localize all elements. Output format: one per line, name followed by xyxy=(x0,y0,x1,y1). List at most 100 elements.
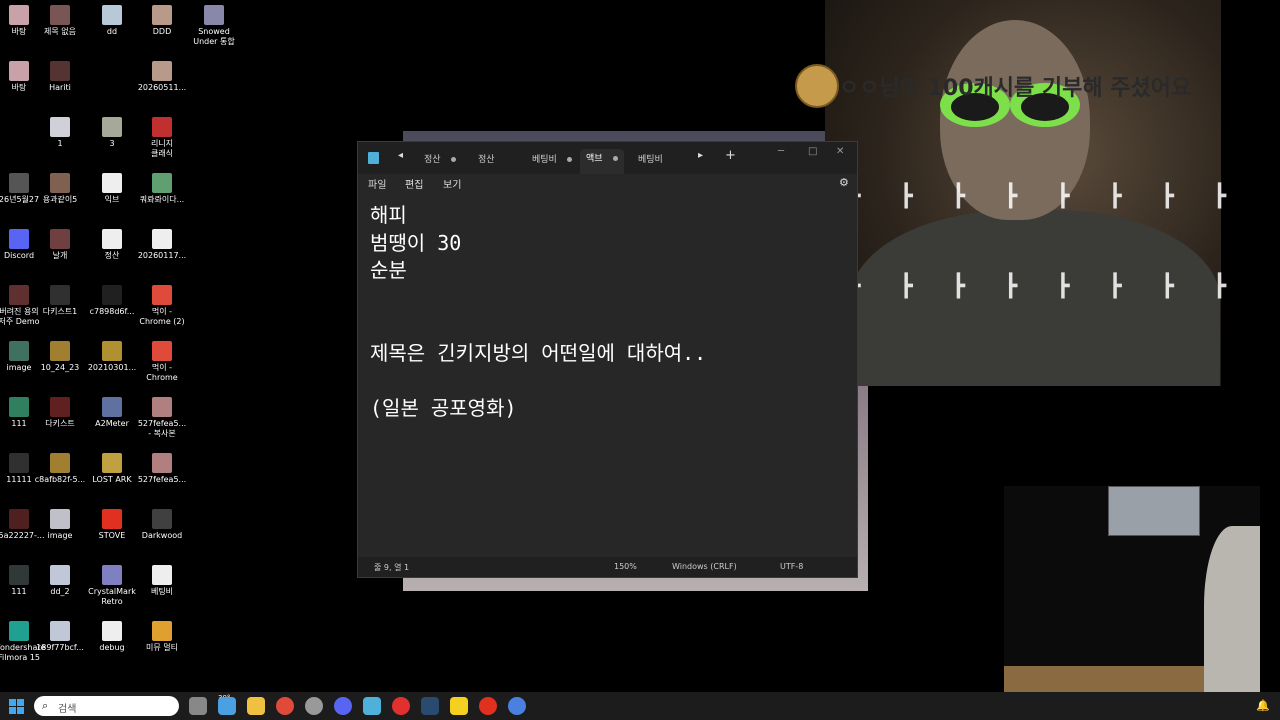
desktop-icon-image xyxy=(152,173,172,193)
tab-scroll-left-icon[interactable]: ◂ xyxy=(398,150,403,161)
desktop-icon[interactable]: 먹이 - Chrome xyxy=(133,341,191,383)
desktop-icon[interactable]: image xyxy=(31,509,89,541)
desktop-icon[interactable]: 다키스트1 xyxy=(31,285,89,317)
desktop-icon-image xyxy=(102,621,122,641)
desktop-icon-label: Darkwood xyxy=(141,531,183,540)
app-blue-icon[interactable] xyxy=(508,697,526,715)
desktop-icon-label: dd_2 xyxy=(50,587,70,596)
discord-icon[interactable] xyxy=(334,697,352,715)
minimize-icon[interactable]: ─ xyxy=(778,146,784,157)
line-ending[interactable]: Windows (CRLF) xyxy=(672,562,737,571)
desktop-icon-image xyxy=(9,453,29,473)
desktop-icon[interactable]: 제목 없음 xyxy=(31,5,89,37)
app-circle-icon[interactable] xyxy=(305,697,323,715)
new-tab-button[interactable]: + xyxy=(725,148,736,163)
desktop-icon[interactable]: 쿼롸롸이다... xyxy=(133,173,191,205)
close-icon[interactable]: ✕ xyxy=(836,146,844,157)
tab-label: 베팅비 xyxy=(638,155,663,165)
menu-file[interactable]: 파일 xyxy=(368,176,386,191)
kakaotalk-icon[interactable] xyxy=(450,697,468,715)
desktop-icon[interactable]: 10_24_23 xyxy=(31,341,89,373)
desktop-icon-image xyxy=(102,5,122,25)
desktop-icon[interactable]: Darkwood xyxy=(133,509,191,541)
desktop-icon[interactable]: DDD xyxy=(133,5,191,37)
desktop-icon-label: 리니지 클래식 xyxy=(150,139,174,158)
desktop-icon[interactable]: 용과같이5 xyxy=(31,173,89,205)
encoding[interactable]: UTF-8 xyxy=(780,562,803,571)
file-explorer-icon[interactable] xyxy=(247,697,265,715)
desktop-icon[interactable]: Snowed Under 통합 xyxy=(185,5,243,47)
desktop-icon[interactable]: 527fefea5... - 복사본 xyxy=(133,397,191,439)
desktop-icon-image xyxy=(50,509,70,529)
maximize-icon[interactable]: □ xyxy=(808,146,817,157)
desktop-icon-image xyxy=(9,509,29,529)
text-editor[interactable]: 해피 범땡이 30 순분 제목은 긴키지방의 어떤일에 대하여.. (일본 공포… xyxy=(370,202,840,422)
desktop-icon[interactable]: 527fefea5... xyxy=(133,453,191,485)
taskbar-search[interactable]: ⌕ 검색 xyxy=(34,696,179,716)
desktop-icon-label: 10_24_23 xyxy=(40,363,80,372)
task-view-icon[interactable] xyxy=(189,697,207,715)
desktop-icon-image xyxy=(102,173,122,193)
tick-row: ┣ ┣ ┣ ┣ ┣ ┣ ┣ ┣ ┣ ┣ ┣ ┣ ┣ ┣ ┣ ┣ ┣ ┣ ┣ xyxy=(795,184,1243,209)
desktop-icon-image xyxy=(50,621,70,641)
desktop-icon-image xyxy=(9,61,29,81)
unsaved-dot-icon xyxy=(450,157,456,162)
desktop-icon[interactable]: 리니지 클래식 xyxy=(133,117,191,159)
stove-icon[interactable] xyxy=(479,697,497,715)
desktop-icon-image xyxy=(152,117,172,137)
settings-gear-icon[interactable]: ⚙ xyxy=(839,176,849,189)
desktop-icon-label: 189f77bcf... xyxy=(36,643,84,652)
donation-alert: ㅇㅇ님이 100캐시를 기부해 주셨어요 xyxy=(795,62,1225,108)
desktop-icon[interactable]: 미뮤 멀티 xyxy=(133,621,191,653)
desktop-icon[interactable]: Hariti xyxy=(31,61,89,93)
tab-label: 베팅비 xyxy=(532,155,557,165)
notepad-icon[interactable] xyxy=(363,697,381,715)
windows-start-icon[interactable] xyxy=(9,699,24,714)
steam-icon[interactable] xyxy=(421,697,439,715)
desktop-icon-label: 다키스트1 xyxy=(42,307,78,316)
desktop-icon[interactable]: 날개 xyxy=(31,229,89,261)
desktop-icon-image xyxy=(9,229,29,249)
notepad-window[interactable]: ◂ 정산 정산 베팅비 액브 베팅비 ▸ + ─ □ ✕ 파일 편집 보기 ⚙ … xyxy=(357,141,858,578)
desktop-icon[interactable]: 20260511... xyxy=(133,61,191,93)
desktop-icon-label: Hariti xyxy=(49,83,71,92)
desktop-icon[interactable]: 먹이 - Chrome (2) xyxy=(133,285,191,327)
desktop-icon[interactable]: 1 xyxy=(31,117,89,149)
desktop-icon-image xyxy=(50,117,70,137)
tick-pattern-overlay: ┣ ┣ ┣ ┣ ┣ ┣ ┣ ┣ ┣ ┣ ┣ ┣ ┣ ┣ ┣ ┣ ┣ ┣ ┣ ┣ … xyxy=(795,122,1265,312)
desktop-icon[interactable]: 20260117... xyxy=(133,229,191,261)
chrome-icon[interactable] xyxy=(276,697,294,715)
desktop-icon-image xyxy=(102,509,122,529)
desktop-icon-label: 용과같이5 xyxy=(42,195,78,204)
desktop-icon-image xyxy=(50,5,70,25)
unsaved-dot-icon xyxy=(566,157,572,162)
title-bar[interactable]: ◂ 정산 정산 베팅비 액브 베팅비 ▸ + ─ □ ✕ xyxy=(358,142,857,174)
desktop-icon-label: 20260511... xyxy=(137,83,187,92)
desktop-icon[interactable]: 베팅비 xyxy=(133,565,191,597)
menu-view[interactable]: 보기 xyxy=(443,176,461,191)
notification-bell-icon[interactable]: 🔔 xyxy=(1256,699,1270,712)
desktop-icon[interactable]: dd_2 xyxy=(31,565,89,597)
tab-1[interactable]: 정산 xyxy=(424,152,456,165)
desktop-icon-image xyxy=(102,397,122,417)
media-player-icon[interactable] xyxy=(392,697,410,715)
tab-2[interactable]: 정산 xyxy=(478,152,495,165)
tab-4-active[interactable]: 액브 xyxy=(580,149,624,174)
desktop-icon-label: 베팅비 xyxy=(150,587,174,596)
tab-3[interactable]: 베팅비 xyxy=(532,152,572,165)
desktop-icon-image xyxy=(50,61,70,81)
person-arm xyxy=(1204,526,1260,720)
tab-scroll-right-icon[interactable]: ▸ xyxy=(698,150,703,161)
menu-bar: 파일 편집 보기 ⚙ xyxy=(358,174,857,194)
weather-icon[interactable] xyxy=(218,697,236,715)
desktop-icon-label: 먹이 - Chrome (2) xyxy=(139,307,185,326)
desktop-icon-label: 날개 xyxy=(52,251,68,260)
cursor-position: 줄 9, 열 1 xyxy=(374,563,410,572)
menu-edit[interactable]: 편집 xyxy=(405,176,423,191)
desktop-icon[interactable]: c8afb82f-5... xyxy=(31,453,89,485)
desktop-icon[interactable]: 189f77bcf... xyxy=(31,621,89,653)
tab-5[interactable]: 베팅비 xyxy=(638,152,663,165)
search-icon: ⌕ xyxy=(42,699,49,712)
zoom-level[interactable]: 150% xyxy=(614,562,637,571)
desktop-icon[interactable]: 다키스트 xyxy=(31,397,89,429)
